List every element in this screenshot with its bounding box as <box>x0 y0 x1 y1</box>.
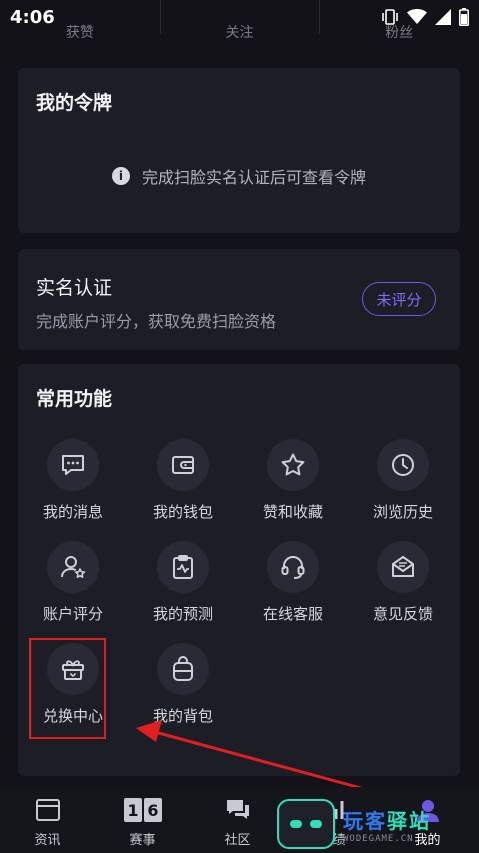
function-label: 赞和收藏 <box>262 503 323 521</box>
highlight-box <box>29 638 106 739</box>
token-hint-text: 完成扫脸实名认证后可查看令牌 <box>141 168 366 187</box>
watermark-text: 玩客驿站 WODEGAME.CN <box>343 808 431 844</box>
token-hint: i 完成扫脸实名认证后可查看令牌 <box>18 164 460 188</box>
svg-text:6: 6 <box>147 801 158 820</box>
function-label: 我的钱包 <box>152 503 213 521</box>
stat-following[interactable]: 关注 <box>159 0 320 42</box>
common-functions-title: 常用功能 <box>36 388 113 410</box>
realname-card[interactable]: 实名认证 完成账户评分，获取免费扫脸资格 未评分 <box>18 249 460 350</box>
function-feedback[interactable]: 意见反馈 <box>348 541 458 624</box>
function-label: 账户评分 <box>42 605 103 623</box>
function-customer-service[interactable]: 在线客服 <box>238 541 348 624</box>
function-backpack[interactable]: 我的背包 <box>128 643 238 726</box>
info-icon: i <box>111 167 130 185</box>
user-star-icon <box>61 556 86 578</box>
function-messages[interactable]: 我的消息 <box>18 439 128 522</box>
function-label: 我的背包 <box>152 707 213 725</box>
clipboard-chart-icon <box>173 555 193 579</box>
watermark-logo <box>277 799 335 849</box>
function-label: 我的预测 <box>152 605 213 623</box>
headset-icon <box>281 556 305 579</box>
function-favorites[interactable]: 赞和收藏 <box>238 439 348 522</box>
rating-status-button[interactable]: 未评分 <box>362 282 436 316</box>
function-account-rating[interactable]: 账户评分 <box>18 541 128 624</box>
tab-news[interactable]: 资讯 <box>0 787 95 853</box>
wallet-icon <box>172 456 194 474</box>
message-icon <box>62 455 84 475</box>
realname-title: 实名认证 <box>36 277 113 299</box>
function-label: 意见反馈 <box>372 605 433 623</box>
stat-followers[interactable]: 粉丝 <box>319 0 479 42</box>
function-label: 在线客服 <box>262 605 323 623</box>
function-label: 浏览历史 <box>372 503 433 521</box>
function-history[interactable]: 浏览历史 <box>348 439 458 522</box>
mail-edit-icon <box>392 556 414 577</box>
function-wallet[interactable]: 我的钱包 <box>128 439 238 522</box>
news-icon <box>35 799 60 821</box>
scoreboard-icon: 16 <box>123 798 162 822</box>
profile-stats: 获赞 关注 粉丝 <box>0 0 479 42</box>
token-card-title: 我的令牌 <box>36 92 113 114</box>
realname-desc: 完成账户评分，获取免费扫脸资格 <box>36 312 277 331</box>
svg-text:1: 1 <box>127 801 138 820</box>
backpack-icon <box>173 656 193 681</box>
token-card: 我的令牌 i 完成扫脸实名认证后可查看令牌 <box>18 68 460 233</box>
function-predictions[interactable]: 我的预测 <box>128 541 238 624</box>
clock-icon <box>392 454 414 476</box>
stat-likes[interactable]: 获赞 <box>0 22 160 42</box>
function-label: 我的消息 <box>42 503 103 521</box>
tab-matches[interactable]: 16 赛事 <box>95 787 190 853</box>
star-icon <box>281 453 305 476</box>
chat-icon <box>226 800 249 819</box>
watermark: 玩客驿站 WODEGAME.CN <box>277 797 472 851</box>
tab-community[interactable]: 社区 <box>190 787 285 853</box>
